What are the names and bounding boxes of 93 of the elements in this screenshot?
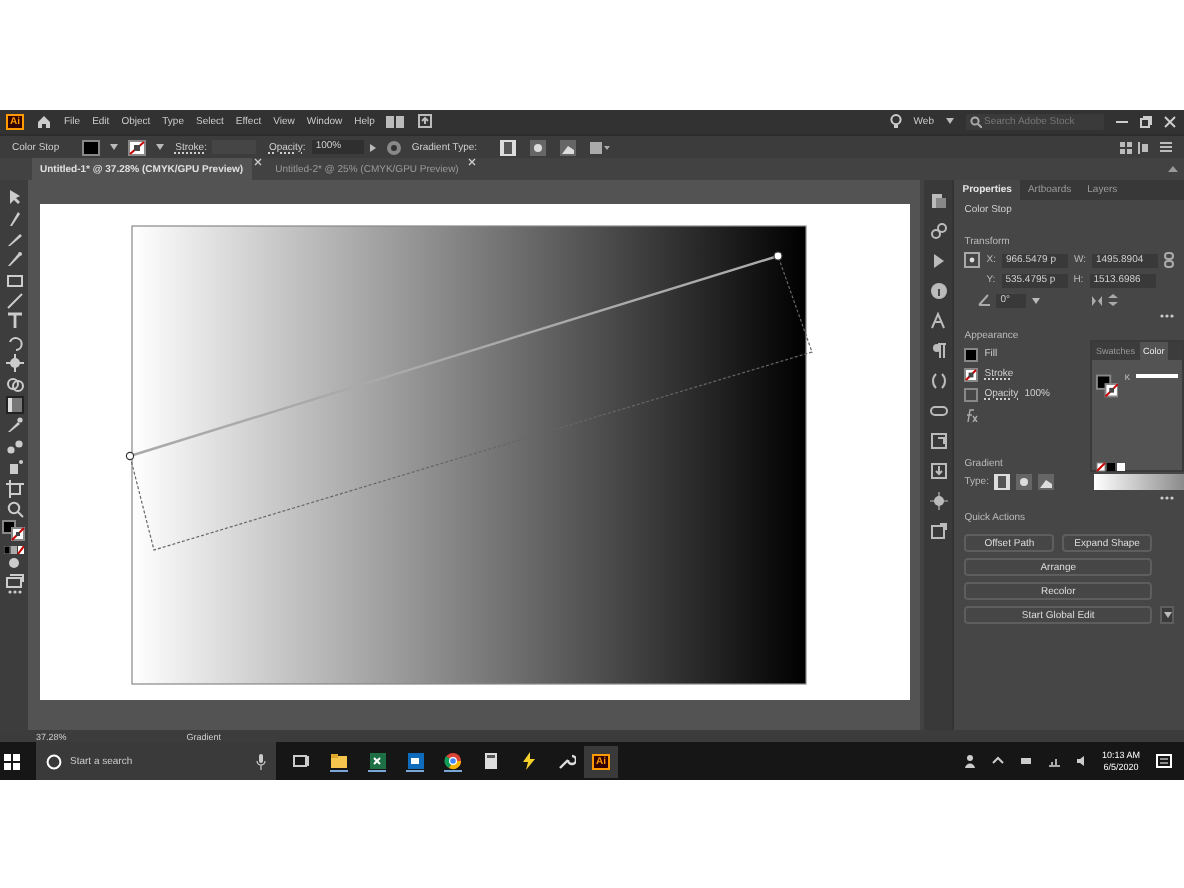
arrow-icon[interactable] [369, 143, 376, 152]
fill-stroke-icon[interactable] [1096, 374, 1119, 399]
gradient-preview[interactable] [1094, 474, 1184, 491]
home-icon[interactable] [36, 114, 52, 129]
brush-icon[interactable] [5, 250, 23, 269]
more-icon[interactable] [7, 589, 21, 594]
more-options-icon[interactable] [1160, 314, 1174, 319]
caret-icon[interactable] [109, 144, 118, 151]
character-icon[interactable] [929, 312, 948, 331]
constrain-icon[interactable] [1164, 252, 1174, 269]
export-icon[interactable] [929, 432, 948, 451]
screen-mode-icon[interactable] [5, 573, 23, 588]
close-icon[interactable] [1164, 115, 1176, 128]
task-view-icon[interactable] [292, 752, 310, 770]
caret-icon[interactable] [946, 118, 954, 125]
menu-icon[interactable] [1160, 142, 1172, 153]
color-slider[interactable] [1136, 374, 1178, 379]
link-icon[interactable] [929, 402, 948, 421]
links-icon[interactable] [929, 222, 948, 241]
browser-icon[interactable] [444, 751, 462, 771]
stroke-swatch-icon[interactable] [964, 367, 979, 382]
zoom-icon[interactable] [5, 500, 23, 518]
play-icon[interactable] [929, 252, 948, 271]
selection-arrow-icon[interactable] [5, 188, 23, 207]
lightbulb-icon[interactable] [889, 114, 902, 129]
dropdown-button[interactable] [1160, 606, 1174, 625]
collapse-icon[interactable] [1168, 166, 1178, 173]
windows-icon[interactable] [4, 753, 20, 769]
radial-gradient-icon[interactable] [529, 139, 546, 156]
eyedropper-icon[interactable] [5, 416, 23, 435]
calculator-icon[interactable] [482, 752, 500, 770]
opentype-icon[interactable] [929, 372, 948, 391]
linear-gradient-icon[interactable] [994, 474, 1011, 491]
line-icon[interactable] [5, 292, 23, 311]
fill-stroke-icon[interactable] [2, 520, 26, 543]
spreadsheet-icon[interactable] [368, 751, 386, 771]
sun-icon[interactable] [929, 492, 948, 511]
rotate-icon[interactable] [5, 333, 23, 352]
network-icon[interactable] [1047, 754, 1060, 768]
caret-icon[interactable] [155, 144, 164, 151]
freeform-gradient-icon[interactable] [1038, 474, 1055, 491]
upload-icon[interactable] [418, 114, 433, 129]
notification-icon[interactable] [1156, 753, 1172, 769]
distribute-icon[interactable] [1138, 141, 1154, 154]
search-icon [46, 753, 62, 769]
flip-vertical-icon[interactable] [1108, 294, 1119, 307]
stroke-swatch-icon[interactable] [127, 139, 146, 156]
more-options-icon[interactable] [1160, 496, 1174, 501]
angle-icon [978, 294, 991, 307]
grid-icon[interactable] [1120, 141, 1132, 154]
info-icon[interactable] [929, 282, 948, 301]
align-icon[interactable] [589, 141, 610, 154]
draw-mode-icon[interactable] [6, 556, 22, 571]
artboard-icon[interactable] [5, 479, 23, 498]
pen-icon[interactable] [5, 209, 23, 228]
swatch-row-icon[interactable] [1096, 462, 1126, 473]
libraries-icon[interactable] [929, 192, 948, 211]
mail-icon[interactable] [406, 751, 424, 771]
stroke-weight-field[interactable] [212, 140, 257, 155]
caret-icon [1163, 612, 1171, 619]
caret-icon[interactable] [1032, 297, 1041, 304]
minimize-icon[interactable] [1116, 115, 1128, 128]
gradient-icon[interactable] [5, 396, 23, 415]
puppet-warp-icon[interactable] [5, 354, 23, 373]
person-icon[interactable] [963, 754, 976, 768]
import-icon[interactable] [929, 462, 948, 481]
gradient-rectangle[interactable] [131, 225, 807, 685]
recolor-icon[interactable] [385, 139, 402, 156]
radial-gradient-icon[interactable] [1016, 474, 1033, 491]
blend-icon[interactable] [5, 437, 23, 456]
chevron-up-icon[interactable] [991, 754, 1004, 768]
fx-icon[interactable] [964, 407, 979, 422]
layout-grid-icon[interactable] [386, 115, 407, 128]
type-icon[interactable] [5, 312, 23, 331]
flip-horizontal-icon[interactable] [1092, 295, 1103, 306]
fill-swatch-icon[interactable] [964, 347, 979, 362]
shape-builder-icon[interactable] [5, 375, 23, 394]
export-icon[interactable] [929, 522, 948, 541]
restore-icon[interactable] [1140, 115, 1152, 128]
gradient-annotator[interactable] [125, 251, 783, 461]
paragraph-icon[interactable] [929, 342, 948, 361]
lightning-icon[interactable] [520, 752, 538, 770]
microphone-icon [256, 753, 266, 769]
symbol-sprayer-icon[interactable] [5, 458, 23, 477]
folder-icon[interactable] [330, 751, 348, 771]
reference-point-icon[interactable] [964, 252, 981, 269]
freeform-gradient-icon[interactable] [559, 139, 576, 156]
color-mode-icon[interactable] [4, 545, 24, 554]
speaker-icon[interactable] [1075, 754, 1088, 768]
opacity-icon[interactable] [964, 387, 979, 402]
fill-swatch-icon[interactable] [81, 139, 100, 156]
linear-gradient-icon[interactable] [499, 139, 516, 156]
rectangle-icon[interactable] [5, 271, 23, 290]
